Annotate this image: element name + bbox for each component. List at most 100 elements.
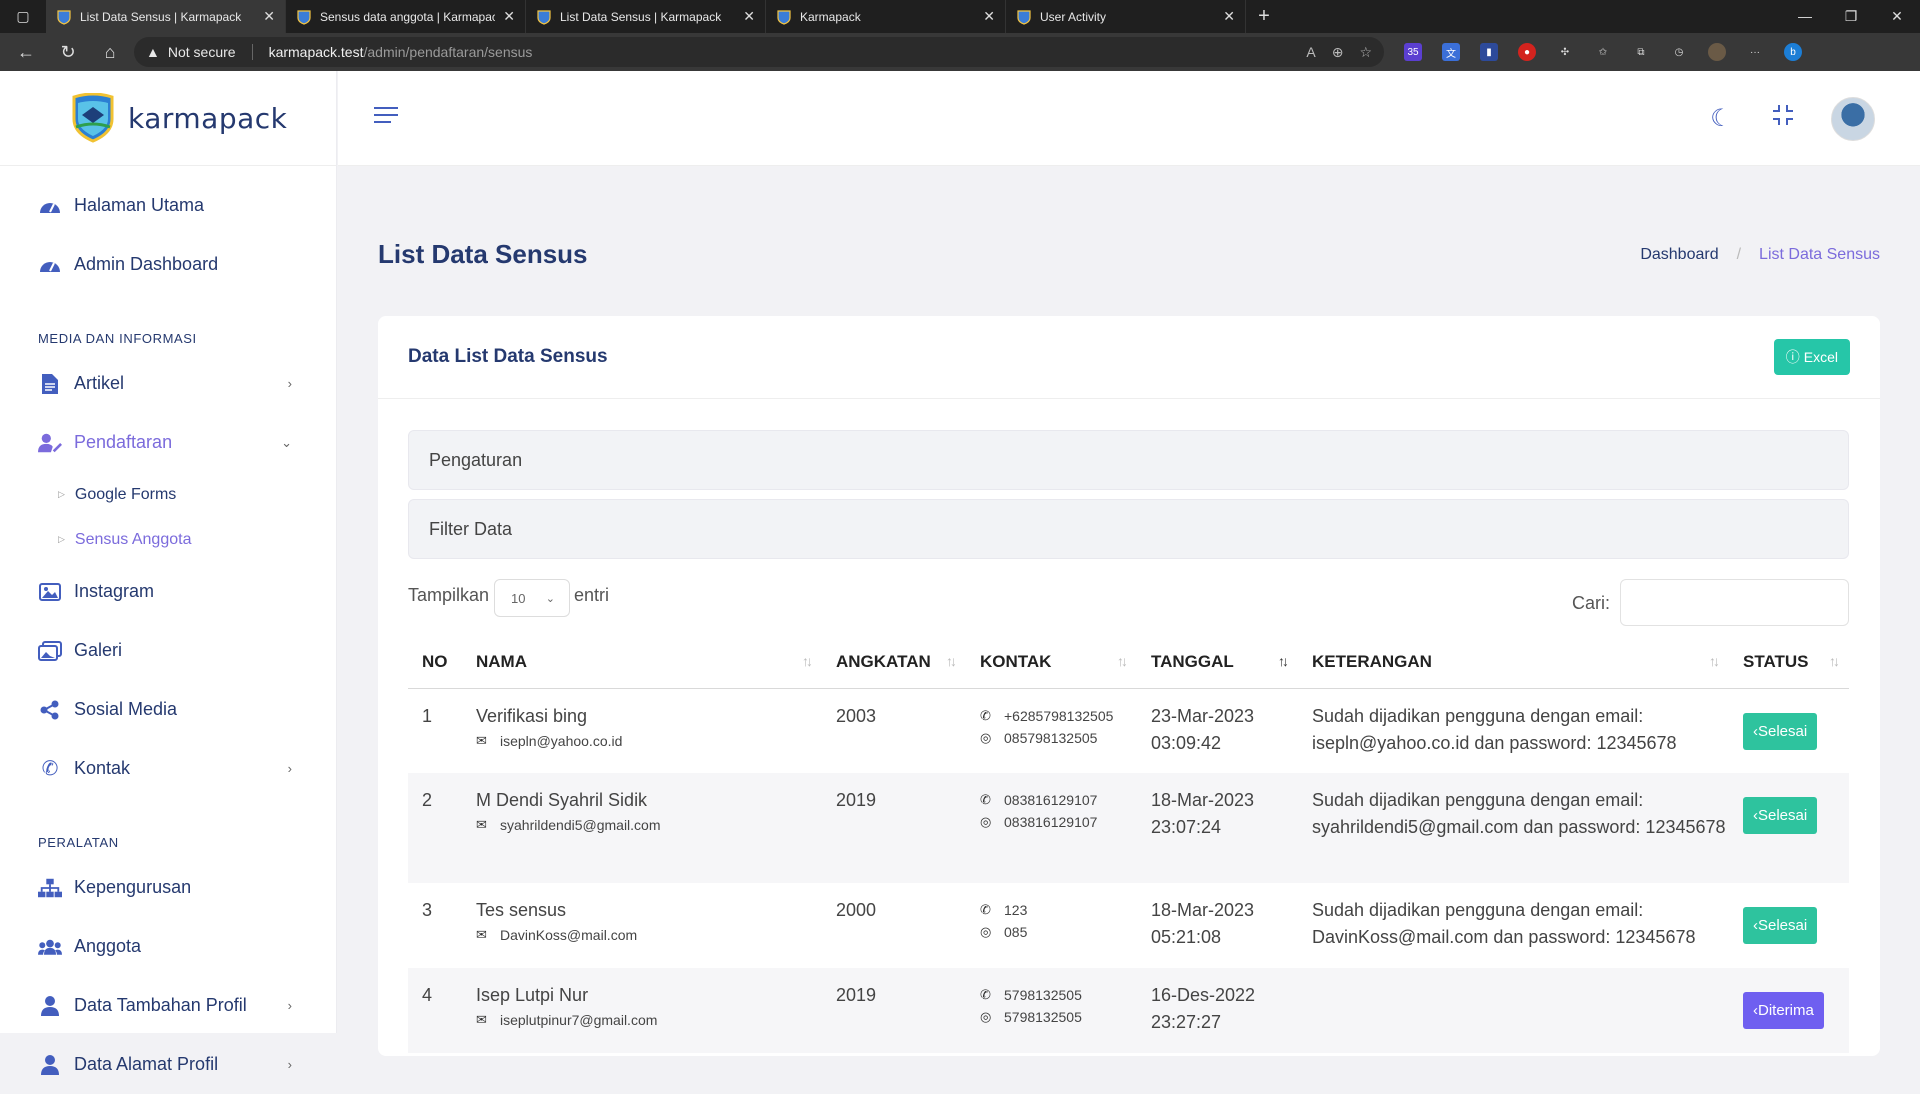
cell-no: 4 <box>408 968 462 1053</box>
close-tab-icon[interactable]: ✕ <box>983 8 995 25</box>
sidebar-item-admin-dashboard[interactable]: Admin Dashboard <box>0 235 336 294</box>
column-header-keterangan[interactable]: KETERANGAN ↑↓ <box>1298 636 1729 689</box>
excel-button[interactable]: ⓘ Excel <box>1773 339 1850 375</box>
member-whatsapp: 085798132505 <box>1004 729 1098 746</box>
status-badge[interactable]: ‹Selesai <box>1743 797 1818 834</box>
read-aloud-icon[interactable]: A <box>1306 44 1315 61</box>
bullet-icon: ▷ <box>58 489 65 499</box>
favorites-icon[interactable]: ✩ <box>1594 43 1612 61</box>
close-window-icon[interactable]: ✕ <box>1874 8 1920 25</box>
sidebar-item-label: Data Tambahan Profil <box>74 995 247 1015</box>
dashboard-gauge-icon <box>38 194 62 218</box>
hamburger-menu-icon[interactable] <box>374 107 398 129</box>
more-menu-icon[interactable]: ··· <box>1746 43 1764 61</box>
dashboard-gauge-icon <box>38 253 62 277</box>
search-input[interactable] <box>1620 579 1849 626</box>
sidebar-item-kontak[interactable]: ✆ Kontak › <box>0 739 336 798</box>
sidebar-subitem-google-forms[interactable]: ▷ Google Forms <box>0 472 336 517</box>
sidebar-item-data-tambahan-profil[interactable]: Data Tambahan Profil › <box>0 976 336 1035</box>
extension-icon[interactable]: ▮ <box>1480 43 1498 61</box>
settings-accordion[interactable]: Pengaturan <box>408 430 1849 490</box>
home-icon[interactable]: ⌂ <box>92 37 128 67</box>
column-header-status[interactable]: STATUS ↑↓ <box>1729 636 1849 689</box>
profile-icon[interactable] <box>1708 43 1726 61</box>
column-header-no[interactable]: NO <box>408 636 462 689</box>
sidebar-item-label: Admin Dashboard <box>74 254 219 274</box>
member-phone: +6285798132505 <box>1004 707 1114 724</box>
browser-tab-3[interactable]: List Data Sensus | Karmapack ✕ <box>526 0 766 33</box>
close-tab-icon[interactable]: ✕ <box>263 8 275 25</box>
sidebar-item-kepengurusan[interactable]: Kepengurusan <box>0 858 336 917</box>
cell-no: 2 <box>408 773 462 883</box>
restore-icon[interactable]: ❐ <box>1828 8 1874 25</box>
column-header-kontak[interactable]: KONTAK ↑↓ <box>966 636 1137 689</box>
sidebar-section-media: MEDIA DAN INFORMASI <box>38 331 197 346</box>
close-tab-icon[interactable]: ✕ <box>743 8 755 25</box>
cell-angkatan: 2019 <box>822 968 966 1053</box>
sidebar-item-artikel[interactable]: Artikel › <box>0 354 336 413</box>
member-name: M Dendi Syahril Sidik <box>476 790 648 810</box>
sidebar-item-sosial-media[interactable]: Sosial Media <box>0 680 336 739</box>
sidebar-item-label: Data Alamat Profil <box>74 1054 219 1074</box>
sidebar-section-tools: PERALATAN <box>38 835 119 850</box>
page-size-select[interactable]: 10 ⌄ <box>494 579 570 617</box>
cell-status: ‹Diterima <box>1729 968 1849 1053</box>
address-bar[interactable]: ▲ Not secure karmapack.test/admin/pendaf… <box>134 37 1384 67</box>
sidebar-item-halaman-utama[interactable]: Halaman Utama <box>0 176 336 235</box>
settings-accordion-label: Pengaturan <box>429 449 523 470</box>
extension-badge-icon[interactable]: 35 <box>1404 43 1422 61</box>
sidebar-item-pendaftaran[interactable]: Pendaftaran ⌄ <box>0 413 336 472</box>
karmapack-logo-icon <box>72 93 114 143</box>
status-badge[interactable]: ‹Diterima <box>1743 992 1824 1029</box>
phone-icon: ✆ <box>41 758 59 780</box>
sidebar-item-anggota[interactable]: Anggota <box>0 917 336 976</box>
minimize-icon[interactable]: — <box>1782 8 1828 25</box>
sort-icon: ↑↓ <box>1829 653 1840 669</box>
browser-tab-2[interactable]: Sensus data anggota | Karmapack ✕ <box>286 0 526 33</box>
status-badge[interactable]: ‹Selesai <box>1743 907 1818 944</box>
cell-tanggal: 18-Mar-2023 05:21:08 <box>1151 900 1255 947</box>
cell-nama: M Dendi Syahril Sidik ✉ syahrildendi5@gma… <box>462 773 822 883</box>
column-header-nama[interactable]: NAMA ↑↓ <box>462 636 822 689</box>
browser-tab-5[interactable]: User Activity ✕ <box>1006 0 1246 33</box>
sidebar-item-data-alamat-profil[interactable]: Data Alamat Profil › <box>0 1035 336 1094</box>
info-icon: ⓘ <box>1785 349 1800 365</box>
tab-title: List Data Sensus | Karmapack <box>560 9 722 24</box>
bullet-icon: ▷ <box>58 534 65 544</box>
reload-icon[interactable]: ↻ <box>50 37 86 67</box>
brand-logo[interactable]: karmapack <box>0 71 336 166</box>
envelope-icon: ✉ <box>476 732 487 748</box>
close-tab-icon[interactable]: ✕ <box>503 8 515 25</box>
sidebar-subitem-sensus-anggota[interactable]: ▷ Sensus Anggota <box>0 517 336 562</box>
filter-accordion[interactable]: Filter Data <box>408 499 1849 559</box>
window-menu-icon[interactable]: ▢ <box>0 0 46 33</box>
new-tab-icon[interactable]: + <box>1246 5 1282 28</box>
cell-angkatan: 2000 <box>836 900 877 920</box>
sidebar-item-galeri[interactable]: Galeri <box>0 621 336 680</box>
bing-icon[interactable]: b <box>1784 43 1802 61</box>
breadcrumb-dashboard[interactable]: Dashboard <box>1640 246 1718 264</box>
status-badge[interactable]: ‹Selesai <box>1743 712 1818 750</box>
collections-icon[interactable]: ⧉ <box>1632 43 1650 61</box>
column-header-angkatan[interactable]: ANGKATAN ↑↓ <box>822 636 966 689</box>
moon-icon[interactable]: ☾ <box>1707 104 1735 133</box>
avatar[interactable] <box>1831 96 1875 141</box>
zoom-icon[interactable]: ⊕ <box>1332 44 1344 61</box>
close-tab-icon[interactable]: ✕ <box>1223 8 1235 25</box>
exit-fullscreen-icon[interactable] <box>1769 104 1797 133</box>
column-header-tanggal[interactable]: TANGGAL ↑↓ <box>1137 636 1298 689</box>
extensions-icon[interactable]: ✣ <box>1556 43 1574 61</box>
breadcrumb-separator: / <box>1736 246 1742 263</box>
sidebar-item-label: Kepengurusan <box>74 877 192 897</box>
history-icon[interactable]: ◷ <box>1670 43 1688 61</box>
record-extension-icon[interactable]: ● <box>1518 43 1536 61</box>
favorite-add-icon[interactable]: ☆ <box>1359 44 1372 61</box>
back-icon[interactable]: ← <box>8 37 44 67</box>
translate-extension-icon[interactable]: 文 <box>1442 43 1460 61</box>
sidebar-item-label: Halaman Utama <box>74 195 205 215</box>
main-content: List Data Sensus Dashboard / List Data S… <box>338 166 1920 1056</box>
browser-tab-4[interactable]: Karmapack ✕ <box>766 0 1006 33</box>
sidebar-item-instagram[interactable]: Instagram <box>0 562 336 621</box>
cell-nama: Isep Lutpi Nur ✉ iseplutpinur7@gmail.com <box>462 968 822 1053</box>
browser-tab-1[interactable]: List Data Sensus | Karmapack ✕ <box>46 0 286 33</box>
